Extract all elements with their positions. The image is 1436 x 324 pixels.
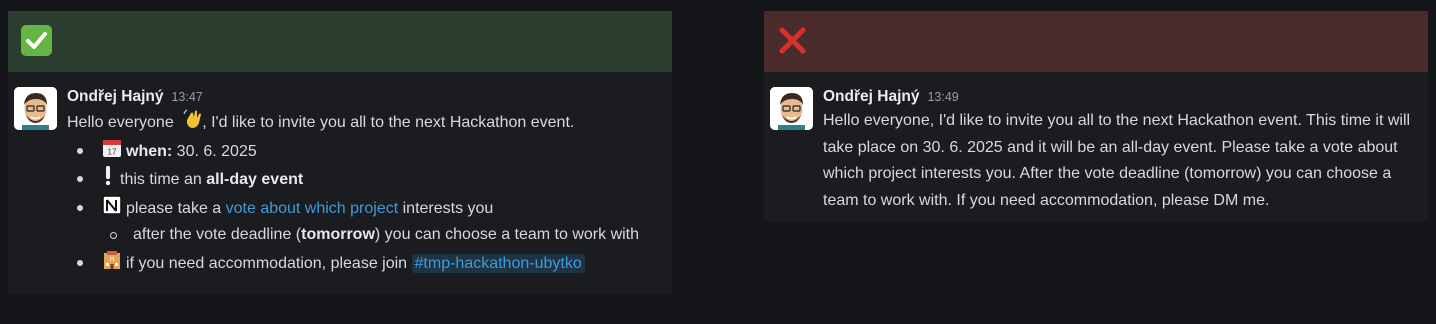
svg-text:H: H xyxy=(110,257,114,263)
calendar-emoji-icon: 17 xyxy=(101,137,121,157)
deadline-bold: tomorrow xyxy=(301,226,375,243)
list-item: this time an all-day event xyxy=(67,165,662,194)
allday-pre: this time an xyxy=(120,171,207,188)
svg-text:17: 17 xyxy=(108,147,117,156)
bad-example-banner xyxy=(764,11,1428,72)
good-example-banner xyxy=(8,11,672,72)
vote-link[interactable]: vote about which project xyxy=(226,200,399,217)
author-name[interactable]: Ondřej Hajný xyxy=(67,88,163,106)
list-item: H if you need accommodation, please join… xyxy=(67,249,662,278)
accommodation-pre: if you need accommodation, please join xyxy=(126,254,412,272)
notion-logo-icon xyxy=(101,194,122,215)
greeting-text: Hello everyone xyxy=(67,114,174,131)
wave-emoji-icon xyxy=(182,108,202,128)
list-item: please take a vote about which project i… xyxy=(67,194,662,249)
sub-list-item: after the vote deadline (tomorrow) you c… xyxy=(101,222,653,249)
vote-pre: please take a xyxy=(126,199,226,217)
timestamp[interactable]: 13:47 xyxy=(171,90,202,104)
channel-link[interactable]: #tmp-hackathon-ubytko xyxy=(411,253,585,273)
greeting-rest-text: , I'd like to invite you all to the next… xyxy=(202,114,575,131)
when-label: when: xyxy=(126,142,173,160)
avatar[interactable] xyxy=(770,87,813,130)
avatar[interactable] xyxy=(14,87,57,130)
message-bad: Ondřej Hajný 13:49 Hello everyone, I'd l… xyxy=(764,72,1428,222)
hotel-emoji-icon: H xyxy=(101,249,121,269)
deadline-post: ) you can choose a team to work with xyxy=(374,226,640,243)
bullet-list: 17 when: 30. 6. 2025 this time an all-da… xyxy=(67,137,662,278)
check-mark-icon xyxy=(21,25,52,56)
allday-bold: all-day event xyxy=(206,171,304,188)
author-name[interactable]: Ondřej Hajný xyxy=(823,88,919,106)
deadline-pre: after the vote deadline ( xyxy=(133,226,302,243)
list-item: 17 when: 30. 6. 2025 xyxy=(67,137,662,166)
cross-mark-icon xyxy=(777,25,808,56)
timestamp[interactable]: 13:49 xyxy=(927,90,958,104)
vote-post: interests you xyxy=(398,199,494,217)
message-body: Hello everyone, I'd like to invite you a… xyxy=(823,112,1411,209)
good-example-panel: Ondřej Hajný 13:47 Hello everyone , I'd … xyxy=(8,11,672,294)
exclamation-emoji-icon xyxy=(101,165,115,186)
when-value: 30. 6. 2025 xyxy=(172,142,257,160)
message-intro: Hello everyone , I'd like to invite you … xyxy=(67,108,662,137)
bad-example-panel: Ondřej Hajný 13:49 Hello everyone, I'd l… xyxy=(764,11,1428,222)
message-good: Ondřej Hajný 13:47 Hello everyone , I'd … xyxy=(8,72,672,294)
sub-bullet-list: after the vote deadline (tomorrow) you c… xyxy=(101,222,662,249)
